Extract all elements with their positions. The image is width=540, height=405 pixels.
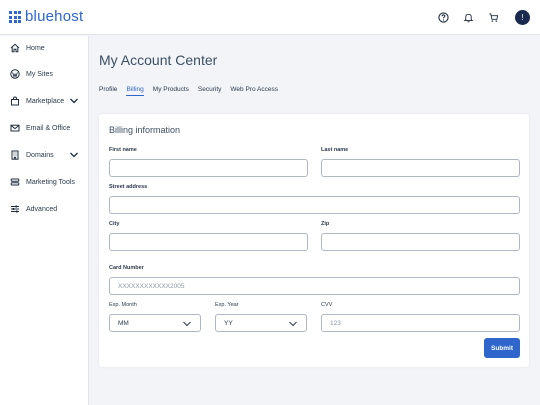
home-icon [9,43,20,54]
tab-security[interactable]: Security [198,86,221,96]
tab-billing[interactable]: Billing [126,86,144,96]
sliders-icon [9,204,20,215]
sidebar-item-marketplace[interactable]: Marketplace [0,91,89,111]
exp-year-label: Exp. Year [215,302,239,308]
chevron-down-icon [289,321,297,327]
last-name-label: Last name [321,147,349,153]
exp-year-value: YY [224,319,233,327]
first-name-field[interactable] [109,159,308,177]
mail-icon [9,123,20,134]
account-tabs: Profile Billing My Products Security Web… [99,86,287,96]
card-number-label: Card Number [109,265,144,271]
logo-grid-icon [9,11,21,23]
tab-my-products[interactable]: My Products [153,86,189,96]
bluehost-logo[interactable]: bluehost [9,9,83,25]
sidebar-item-label: Marketing Tools [26,178,75,186]
tab-web-pro-access[interactable]: Web Pro Access [230,86,278,96]
billing-card: Billing information First name Last name… [99,114,529,367]
header-actions: ! [426,9,530,25]
exp-month-select[interactable]: MM [109,314,201,332]
zip-label: Zip [321,221,330,227]
last-name-field[interactable] [321,159,520,177]
sidebar-item-home[interactable]: Home [0,38,89,58]
sidebar-item-label: My Sites [26,70,53,78]
shopping-bag-icon [9,96,20,107]
exp-month-label: Exp. Month [109,302,137,308]
sidebar-item-label: Advanced [26,205,58,213]
sidebar-item-my-sites[interactable]: My Sites [0,64,89,84]
exp-month-value: MM [118,319,129,327]
top-bar: bluehost ! [0,0,540,35]
avatar[interactable]: ! [515,9,530,25]
page-title: My Account Center [99,52,218,68]
city-label: City [109,221,120,227]
cart-icon[interactable] [485,9,501,25]
card-number-field[interactable]: XXXXXXXXXXXX2005 [109,277,520,295]
street-address-field[interactable] [109,196,520,214]
bell-icon[interactable] [460,9,476,25]
help-icon[interactable] [435,9,451,25]
sidebar-item-email-office[interactable]: Email & Office [0,118,89,138]
chevron-down-icon [70,98,78,104]
chevron-down-icon [70,152,78,158]
chevron-down-icon [183,321,191,327]
sidebar-item-label: Home [26,44,45,52]
street-address-label: Street address [109,184,148,190]
city-field[interactable] [109,233,308,251]
sidebar-item-label: Marketplace [26,97,65,105]
logo-text: bluehost [25,8,84,25]
zip-field[interactable] [321,233,520,251]
wordpress-icon [9,69,20,80]
sidebar-item-marketing-tools[interactable]: Marketing Tools [0,172,89,192]
submit-button[interactable]: Submit [484,338,520,358]
tab-profile[interactable]: Profile [99,86,117,96]
sidebar: Home My Sites Marketplace Email & Office… [0,36,89,405]
cvv-field[interactable]: 123 [321,314,520,332]
sidebar-item-label: Domains [26,151,54,159]
sidebar-item-domains[interactable]: Domains [0,145,89,165]
sidebar-item-advanced[interactable]: Advanced [0,199,89,219]
cvv-label: CVV [321,302,333,308]
stack-icon [9,177,20,188]
building-icon [9,150,20,161]
first-name-label: First name [109,147,137,153]
card-title: Billing information [109,125,181,135]
sidebar-item-label: Email & Office [26,124,71,132]
exp-year-select[interactable]: YY [215,314,307,332]
